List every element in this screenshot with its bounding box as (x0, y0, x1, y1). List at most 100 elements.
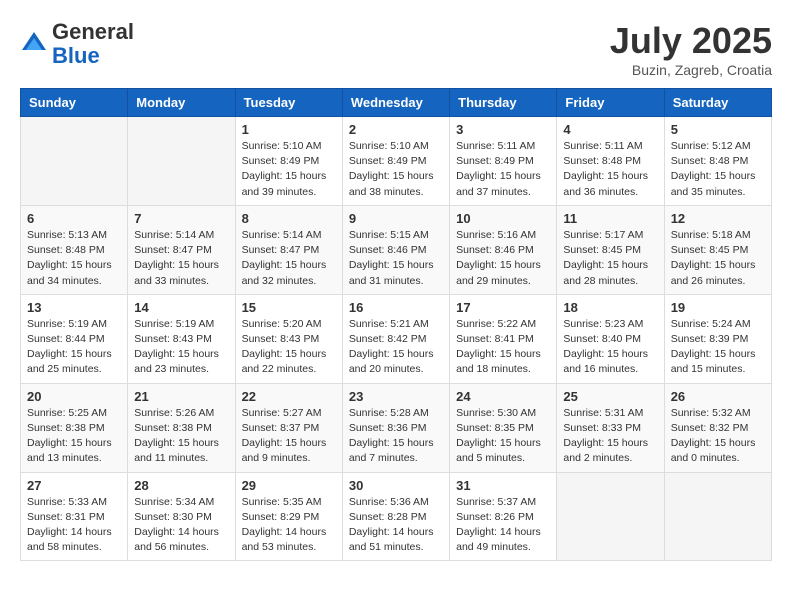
day-number: 3 (456, 122, 550, 137)
day-number: 9 (349, 211, 443, 226)
day-number: 7 (134, 211, 228, 226)
calendar-cell: 23 Sunrise: 5:28 AM Sunset: 8:36 PM Dayli… (342, 383, 449, 472)
day-number: 23 (349, 389, 443, 404)
day-info: Sunrise: 5:27 AM Sunset: 8:37 PM Dayligh… (242, 406, 336, 467)
calendar-cell: 16 Sunrise: 5:21 AM Sunset: 8:42 PM Dayli… (342, 294, 449, 383)
day-info: Sunrise: 5:36 AM Sunset: 8:28 PM Dayligh… (349, 495, 443, 556)
calendar-cell: 22 Sunrise: 5:27 AM Sunset: 8:37 PM Dayli… (235, 383, 342, 472)
calendar-cell: 13 Sunrise: 5:19 AM Sunset: 8:44 PM Dayli… (21, 294, 128, 383)
day-number: 4 (563, 122, 657, 137)
calendar-cell: 11 Sunrise: 5:17 AM Sunset: 8:45 PM Dayli… (557, 205, 664, 294)
day-info: Sunrise: 5:18 AM Sunset: 8:45 PM Dayligh… (671, 228, 765, 289)
calendar-cell: 4 Sunrise: 5:11 AM Sunset: 8:48 PM Daylig… (557, 117, 664, 206)
day-info: Sunrise: 5:30 AM Sunset: 8:35 PM Dayligh… (456, 406, 550, 467)
title-block: July 2025 Buzin, Zagreb, Croatia (610, 20, 772, 78)
day-of-week-header: Saturday (664, 89, 771, 117)
day-number: 5 (671, 122, 765, 137)
calendar-cell: 2Sunrise: 5:10 AM Sunset: 8:49 PM Daylig… (342, 117, 449, 206)
day-info: Sunrise: 5:24 AM Sunset: 8:39 PM Dayligh… (671, 317, 765, 378)
day-info: Sunrise: 5:20 AM Sunset: 8:43 PM Dayligh… (242, 317, 336, 378)
calendar-cell (664, 472, 771, 561)
day-number: 27 (27, 478, 121, 493)
day-info: Sunrise: 5:31 AM Sunset: 8:33 PM Dayligh… (563, 406, 657, 467)
calendar-week-row: 13 Sunrise: 5:19 AM Sunset: 8:44 PM Dayli… (21, 294, 772, 383)
day-number: 10 (456, 211, 550, 226)
day-number: 29 (242, 478, 336, 493)
day-number: 30 (349, 478, 443, 493)
day-info: Sunrise: 5:21 AM Sunset: 8:42 PM Dayligh… (349, 317, 443, 378)
logo-general: General (52, 19, 134, 44)
calendar-table: SundayMondayTuesdayWednesdayThursdayFrid… (20, 88, 772, 561)
day-info: Sunrise: 5:10 AM Sunset: 8:49 PM Dayligh… (242, 139, 336, 200)
day-number: 16 (349, 300, 443, 315)
day-info: Sunrise: 5:32 AM Sunset: 8:32 PM Dayligh… (671, 406, 765, 467)
day-info: Sunrise: 5:16 AM Sunset: 8:46 PM Dayligh… (456, 228, 550, 289)
day-info: Sunrise: 5:11 AM Sunset: 8:49 PM Dayligh… (456, 139, 550, 200)
day-number: 11 (563, 211, 657, 226)
calendar-week-row: 1Sunrise: 5:10 AM Sunset: 8:49 PM Daylig… (21, 117, 772, 206)
calendar-cell (21, 117, 128, 206)
logo-blue: Blue (52, 43, 100, 68)
day-info: Sunrise: 5:12 AM Sunset: 8:48 PM Dayligh… (671, 139, 765, 200)
calendar-cell: 20Sunrise: 5:25 AM Sunset: 8:38 PM Dayli… (21, 383, 128, 472)
day-of-week-header: Monday (128, 89, 235, 117)
calendar-cell: 24 Sunrise: 5:30 AM Sunset: 8:35 PM Dayli… (450, 383, 557, 472)
day-number: 19 (671, 300, 765, 315)
calendar-cell: 21 Sunrise: 5:26 AM Sunset: 8:38 PM Dayli… (128, 383, 235, 472)
logo-text: General Blue (52, 20, 134, 68)
day-number: 21 (134, 389, 228, 404)
calendar-cell: 14 Sunrise: 5:19 AM Sunset: 8:43 PM Dayli… (128, 294, 235, 383)
day-of-week-header: Sunday (21, 89, 128, 117)
day-number: 20 (27, 389, 121, 404)
calendar-cell: 29Sunrise: 5:35 AM Sunset: 8:29 PM Dayli… (235, 472, 342, 561)
day-number: 6 (27, 211, 121, 226)
day-number: 17 (456, 300, 550, 315)
calendar-cell: 17Sunrise: 5:22 AM Sunset: 8:41 PM Dayli… (450, 294, 557, 383)
calendar-cell: 1Sunrise: 5:10 AM Sunset: 8:49 PM Daylig… (235, 117, 342, 206)
day-number: 25 (563, 389, 657, 404)
calendar-cell: 15Sunrise: 5:20 AM Sunset: 8:43 PM Dayli… (235, 294, 342, 383)
calendar-week-row: 27Sunrise: 5:33 AM Sunset: 8:31 PM Dayli… (21, 472, 772, 561)
page-header: General Blue July 2025 Buzin, Zagreb, Cr… (20, 20, 772, 78)
logo: General Blue (20, 20, 134, 68)
calendar-cell: 6Sunrise: 5:13 AM Sunset: 8:48 PM Daylig… (21, 205, 128, 294)
day-info: Sunrise: 5:28 AM Sunset: 8:36 PM Dayligh… (349, 406, 443, 467)
calendar-cell (557, 472, 664, 561)
day-info: Sunrise: 5:34 AM Sunset: 8:30 PM Dayligh… (134, 495, 228, 556)
day-of-week-header: Friday (557, 89, 664, 117)
day-number: 14 (134, 300, 228, 315)
day-info: Sunrise: 5:26 AM Sunset: 8:38 PM Dayligh… (134, 406, 228, 467)
calendar-cell: 25 Sunrise: 5:31 AM Sunset: 8:33 PM Dayli… (557, 383, 664, 472)
day-info: Sunrise: 5:19 AM Sunset: 8:44 PM Dayligh… (27, 317, 121, 378)
day-number: 28 (134, 478, 228, 493)
day-number: 22 (242, 389, 336, 404)
day-of-week-header: Tuesday (235, 89, 342, 117)
day-info: Sunrise: 5:37 AM Sunset: 8:26 PM Dayligh… (456, 495, 550, 556)
calendar-week-row: 20Sunrise: 5:25 AM Sunset: 8:38 PM Dayli… (21, 383, 772, 472)
calendar-cell: 8 Sunrise: 5:14 AM Sunset: 8:47 PM Daylig… (235, 205, 342, 294)
logo-icon (20, 30, 48, 58)
day-number: 31 (456, 478, 550, 493)
day-of-week-header: Thursday (450, 89, 557, 117)
day-info: Sunrise: 5:19 AM Sunset: 8:43 PM Dayligh… (134, 317, 228, 378)
calendar-cell: 9Sunrise: 5:15 AM Sunset: 8:46 PM Daylig… (342, 205, 449, 294)
day-info: Sunrise: 5:17 AM Sunset: 8:45 PM Dayligh… (563, 228, 657, 289)
day-number: 12 (671, 211, 765, 226)
calendar-cell: 26Sunrise: 5:32 AM Sunset: 8:32 PM Dayli… (664, 383, 771, 472)
day-info: Sunrise: 5:14 AM Sunset: 8:47 PM Dayligh… (242, 228, 336, 289)
day-info: Sunrise: 5:10 AM Sunset: 8:49 PM Dayligh… (349, 139, 443, 200)
calendar-cell: 5 Sunrise: 5:12 AM Sunset: 8:48 PM Daylig… (664, 117, 771, 206)
day-number: 24 (456, 389, 550, 404)
day-of-week-header: Wednesday (342, 89, 449, 117)
calendar-cell: 30 Sunrise: 5:36 AM Sunset: 8:28 PM Dayli… (342, 472, 449, 561)
calendar-cell (128, 117, 235, 206)
day-number: 13 (27, 300, 121, 315)
month-title: July 2025 (610, 20, 772, 62)
day-info: Sunrise: 5:23 AM Sunset: 8:40 PM Dayligh… (563, 317, 657, 378)
day-number: 8 (242, 211, 336, 226)
calendar-cell: 27Sunrise: 5:33 AM Sunset: 8:31 PM Dayli… (21, 472, 128, 561)
calendar-cell: 28 Sunrise: 5:34 AM Sunset: 8:30 PM Dayli… (128, 472, 235, 561)
calendar-cell: 3 Sunrise: 5:11 AM Sunset: 8:49 PM Daylig… (450, 117, 557, 206)
calendar-week-row: 6Sunrise: 5:13 AM Sunset: 8:48 PM Daylig… (21, 205, 772, 294)
day-info: Sunrise: 5:11 AM Sunset: 8:48 PM Dayligh… (563, 139, 657, 200)
